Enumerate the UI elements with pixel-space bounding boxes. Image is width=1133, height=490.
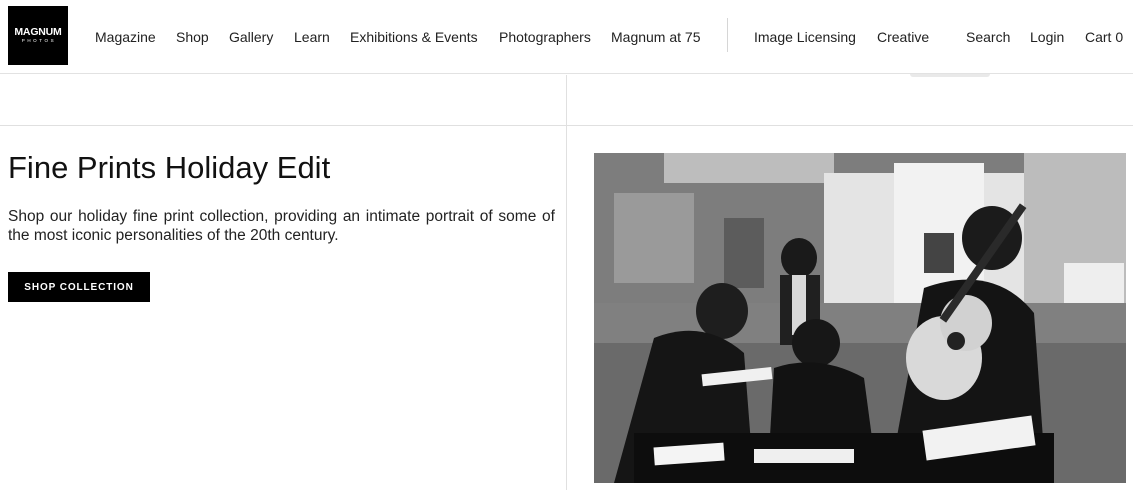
nav-image-licensing[interactable]: Image Licensing	[754, 29, 856, 45]
nav-shop[interactable]: Shop	[176, 29, 209, 45]
magnum-photos-logo[interactable]: MAGNUM PHOTOS	[8, 6, 68, 65]
nav-gallery[interactable]: Gallery	[229, 29, 273, 45]
site-header: MAGNUM PHOTOS Magazine Shop Gallery Lear…	[0, 0, 1133, 74]
feature-description: Shop our holiday fine print collection, …	[8, 208, 555, 244]
feature-photo[interactable]	[594, 153, 1126, 483]
nav-exhibitions-events[interactable]: Exhibitions & Events	[350, 29, 478, 45]
logo-wordmark: MAGNUM	[14, 26, 62, 38]
studio-photo-illustration	[594, 153, 1126, 483]
nav-magnum-at-75[interactable]: Magnum at 75	[611, 29, 701, 45]
nav-learn[interactable]: Learn	[294, 29, 330, 45]
nav-magazine[interactable]: Magazine	[95, 29, 156, 45]
nav-photographers[interactable]: Photographers	[499, 29, 591, 45]
nav-cart[interactable]: Cart 0	[1085, 29, 1123, 45]
header-shadow-tab	[910, 74, 990, 77]
nav-search[interactable]: Search	[966, 29, 1010, 45]
section-divider	[0, 125, 1133, 126]
column-divider	[566, 75, 567, 490]
feature-title: Fine Prints Holiday Edit	[8, 150, 331, 185]
nav-divider	[727, 18, 728, 52]
shop-collection-button[interactable]: SHOP COLLECTION	[8, 272, 150, 302]
logo-subtitle: PHOTOS	[21, 38, 57, 43]
nav-login[interactable]: Login	[1030, 29, 1064, 45]
nav-creative[interactable]: Creative	[877, 29, 929, 45]
